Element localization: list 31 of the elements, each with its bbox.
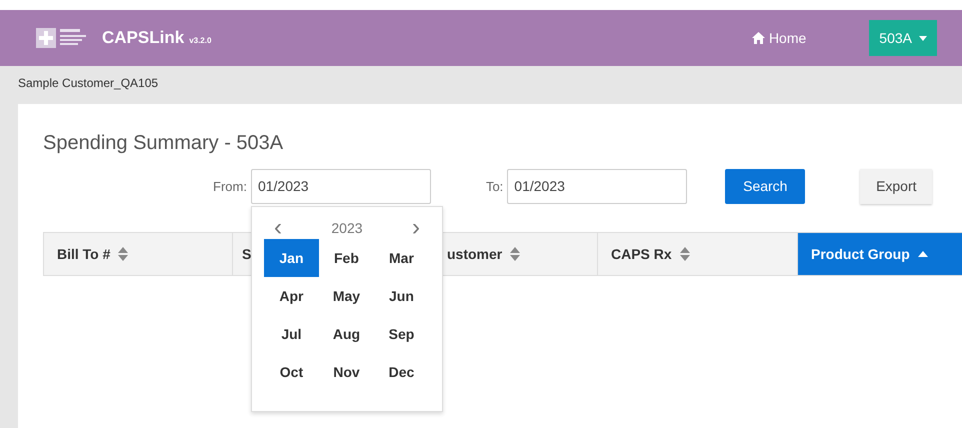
month-option[interactable]: Jan — [264, 238, 319, 276]
from-label: From: — [213, 178, 247, 194]
month-option[interactable]: Aug — [318, 314, 374, 352]
brand-name: CAPSLink — [102, 28, 184, 48]
previous-year-button[interactable]: ‹ — [274, 218, 282, 238]
to-label: To: — [486, 178, 504, 194]
column-header[interactable]: S — [233, 233, 254, 275]
next-year-button[interactable]: › — [412, 218, 420, 238]
column-header[interactable]: Bill To # — [44, 233, 233, 275]
month-option[interactable]: Dec — [374, 352, 429, 390]
month-option[interactable]: Jun — [374, 276, 429, 314]
column-header[interactable]: ustomer — [438, 233, 598, 275]
month-option[interactable]: Jul — [264, 314, 319, 352]
month-option[interactable]: Feb — [318, 238, 374, 276]
month-option[interactable]: Sep — [374, 314, 429, 352]
month-option[interactable]: Mar — [374, 238, 429, 276]
page-title: Spending Summary - 503A — [43, 132, 284, 156]
month-option[interactable]: Oct — [264, 352, 319, 390]
customer-name: Sample Customer_QA105 — [18, 76, 158, 90]
month-option[interactable]: May — [318, 276, 374, 314]
caret-icon — [919, 36, 927, 40]
to-field[interactable]: 01/2023 — [507, 168, 688, 204]
column-header[interactable]: Product Group — [798, 233, 962, 275]
from-field[interactable]: 01/2023 — [250, 168, 431, 204]
version-label: v3.2.0 — [189, 36, 212, 44]
export-button[interactable]: Export — [860, 168, 932, 204]
year-label: 2023 — [331, 220, 363, 236]
home-icon — [752, 32, 765, 44]
month-option[interactable]: Nov — [318, 352, 374, 390]
month-option[interactable]: Apr — [264, 276, 319, 314]
search-button[interactable]: Search — [725, 168, 806, 204]
